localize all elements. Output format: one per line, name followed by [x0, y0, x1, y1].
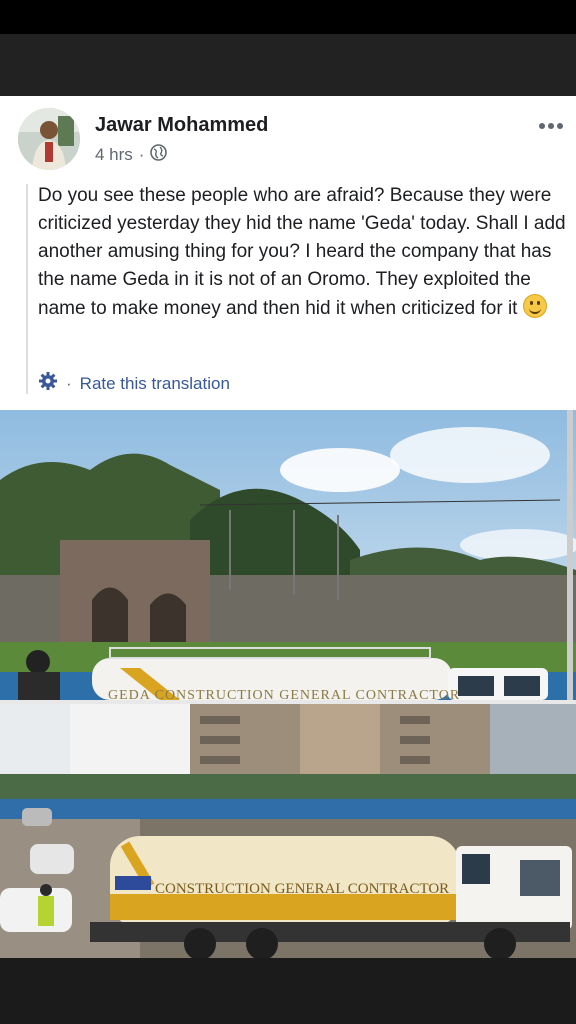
- avatar[interactable]: [18, 108, 80, 170]
- bottom-truck-lettering: CONSTRUCTION GENERAL CONTRACTOR: [155, 881, 449, 897]
- more-options-icon[interactable]: [538, 118, 564, 130]
- bottom-bar: [0, 958, 576, 1024]
- globe-icon: [150, 144, 168, 166]
- quote-rule: [26, 184, 28, 394]
- translation-bar: · Rate this translation: [38, 371, 230, 396]
- translation-separator: ·: [66, 373, 72, 393]
- smile-emoji-icon: [522, 294, 547, 318]
- facebook-post: Jawar Mohammed 4 hrs · Do you see these …: [0, 96, 576, 410]
- meta-separator: ·: [138, 145, 145, 164]
- post-time[interactable]: 4 hrs: [95, 145, 133, 165]
- author-name[interactable]: Jawar Mohammed: [95, 114, 268, 137]
- top-truck-lettering: GEDA CONSTRUCTION GENERAL CONTRACTOR: [108, 688, 460, 700]
- rate-translation-link[interactable]: Rate this translation: [80, 374, 230, 394]
- post-meta: 4 hrs ·: [95, 144, 168, 166]
- status-bar: [0, 0, 576, 34]
- photo-truck-geda[interactable]: GEDA CONSTRUCTION GENERAL CONTRACTOR: [0, 410, 576, 703]
- photo-truck-construction[interactable]: CONSTRUCTION GENERAL CONTRACTOR: [0, 704, 576, 960]
- gear-icon[interactable]: [38, 371, 58, 396]
- post-text: Do you see these people who are afraid? …: [38, 185, 566, 319]
- header-bar: [0, 34, 576, 96]
- post-body: Do you see these people who are afraid? …: [38, 182, 566, 323]
